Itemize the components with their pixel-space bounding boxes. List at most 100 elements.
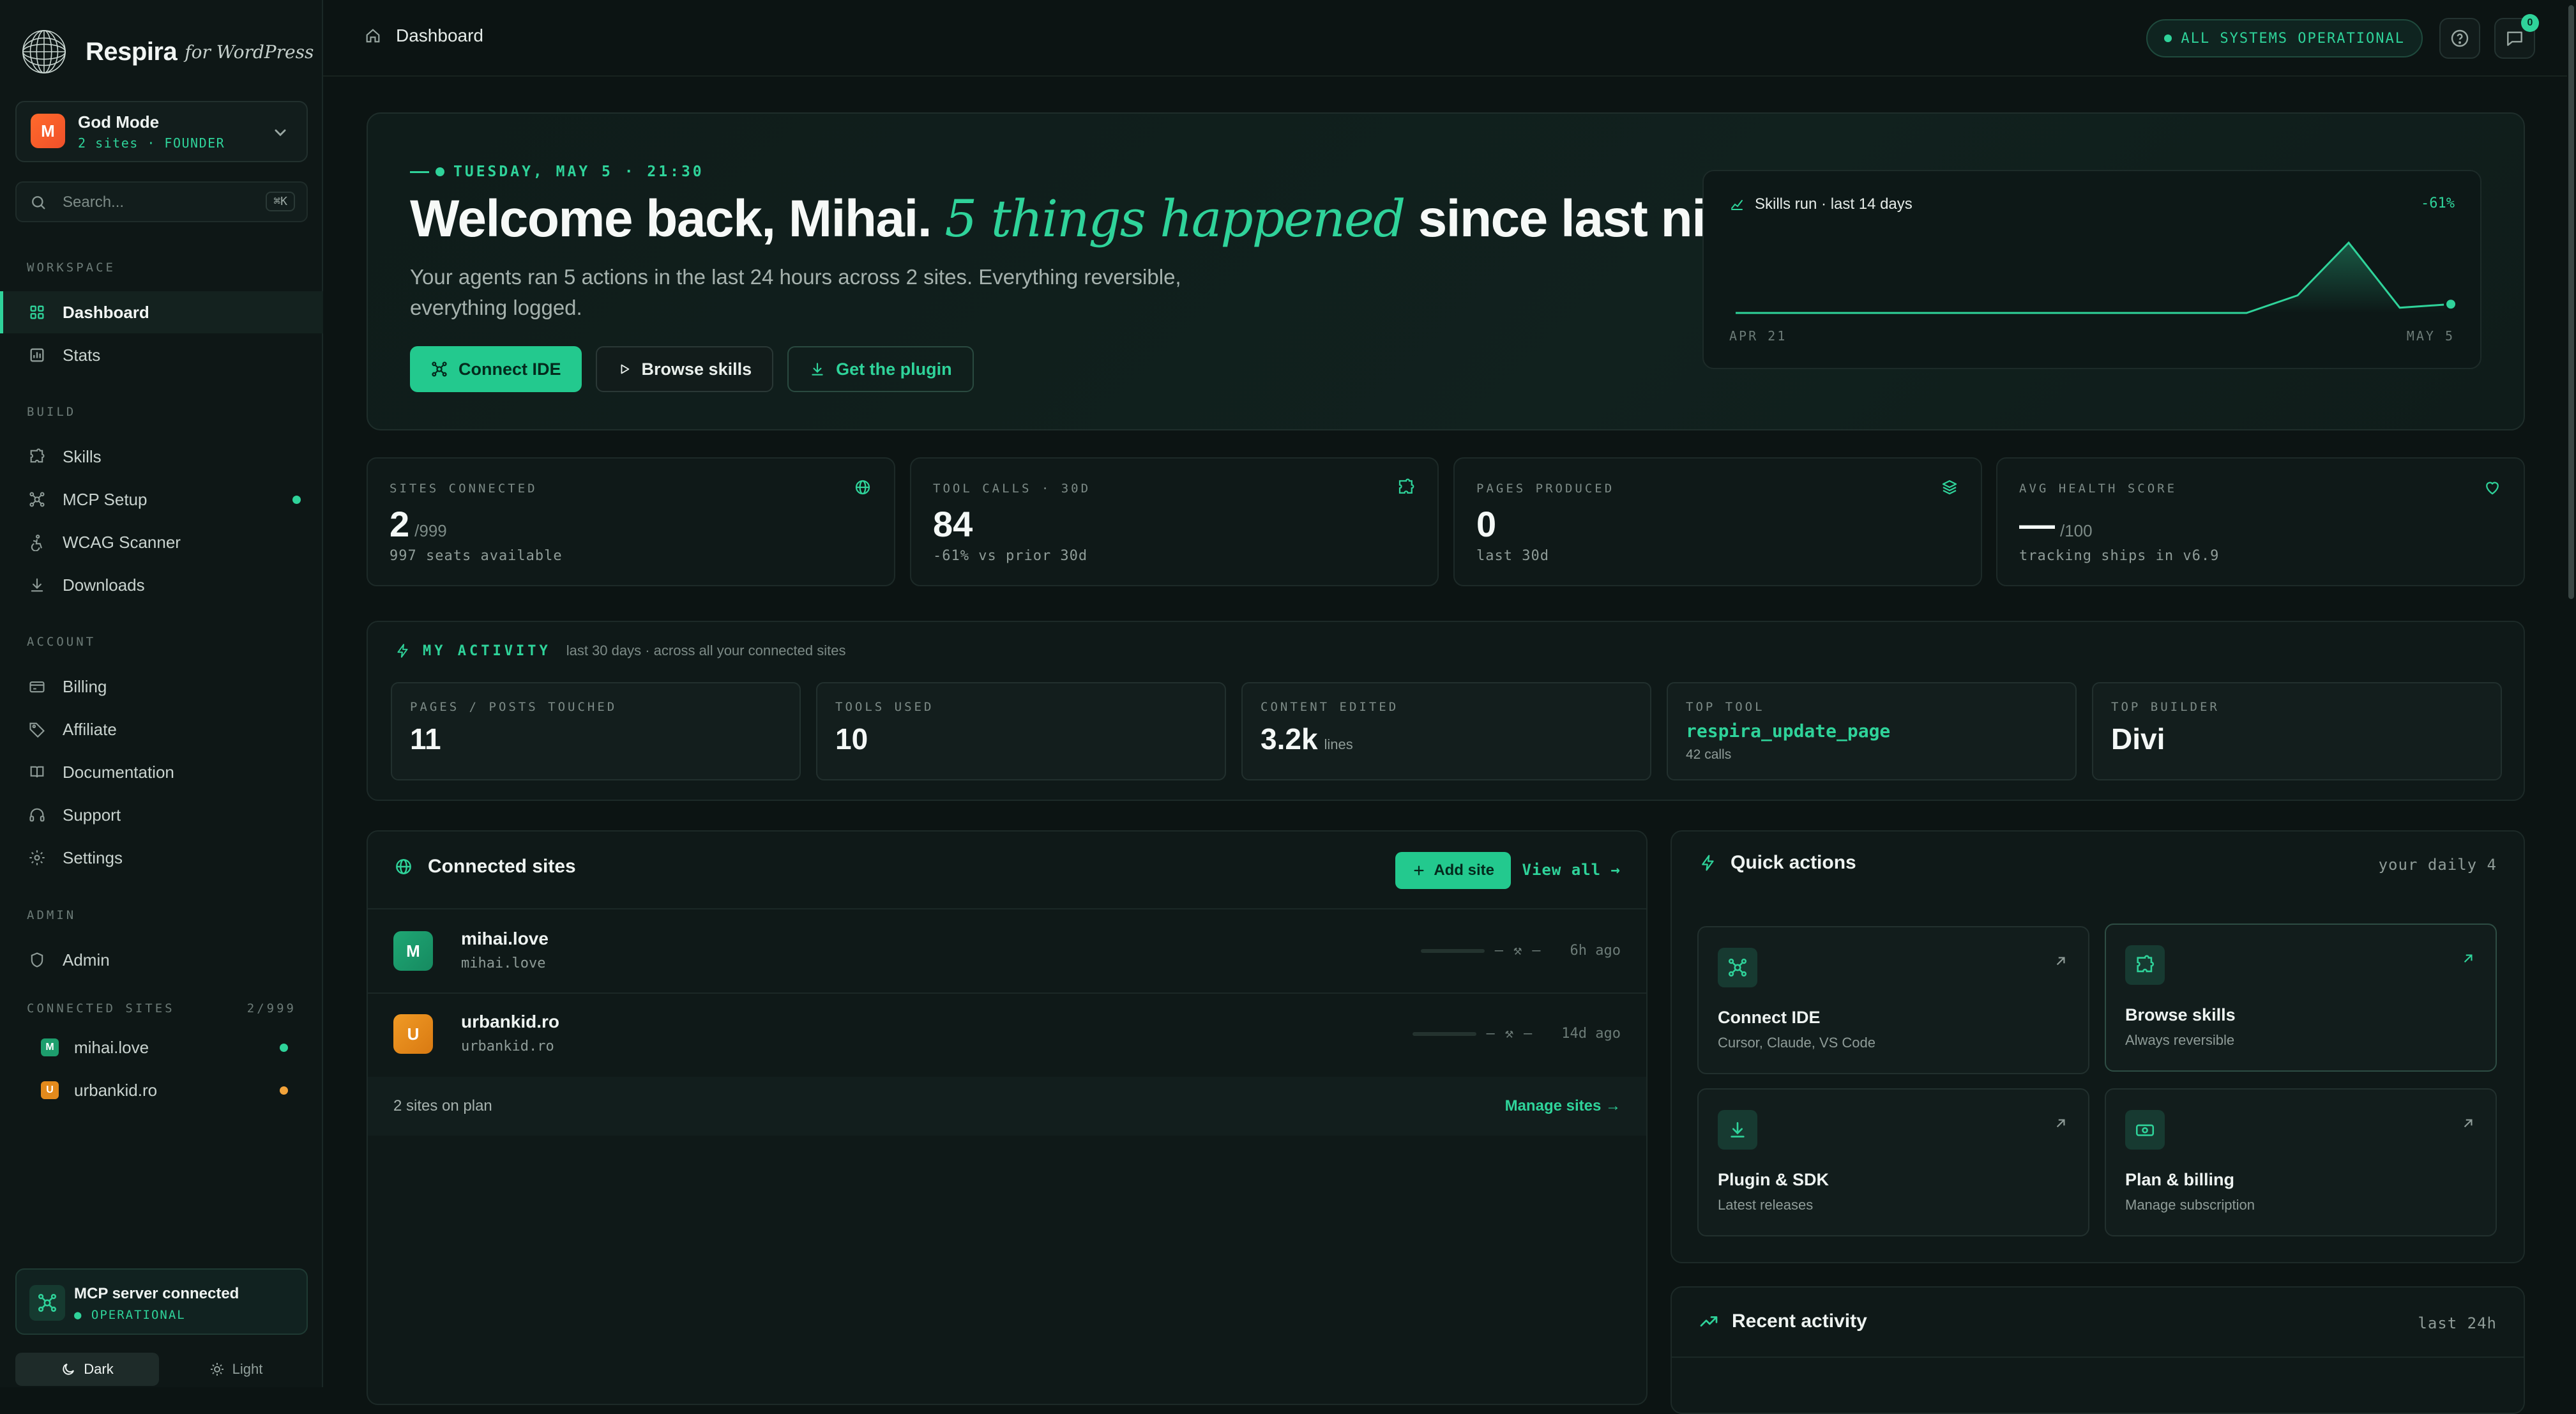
site-status-dot (280, 1044, 288, 1052)
activity-value: 11 (410, 722, 441, 756)
stat-label: PAGES PRODUCED (1476, 482, 1614, 496)
manage-sites-link[interactable]: Manage sites → (1505, 1097, 1621, 1115)
stat-card-tool-calls[interactable]: TOOL CALLS · 30D 84 -61% vs prior 30d (910, 457, 1439, 586)
browse-skills-button[interactable]: Browse skills (596, 346, 774, 392)
network-icon (28, 490, 46, 508)
sparkline-title: Skills run · last 14 days (1729, 195, 1913, 213)
quick-actions-header: Quick actions (1699, 852, 1856, 874)
sidebar-item-skills[interactable]: Skills (0, 436, 323, 478)
get-plugin-button[interactable]: Get the plugin (787, 346, 974, 392)
sidebar-item-settings[interactable]: Settings (0, 837, 323, 879)
site-row-urbankid-ro[interactable]: U urbankid.ro urbankid.ro — ⚒ — 14d ago (368, 994, 1646, 1076)
sidebar-item-wcag-scanner[interactable]: WCAG Scanner (0, 521, 323, 563)
sidebar-item-label: Affiliate (63, 720, 117, 740)
sidebar-item-dashboard[interactable]: Dashboard (0, 291, 323, 333)
stat-card-avg-health[interactable]: AVG HEALTH SCORE —/100 tracking ships in… (1996, 457, 2525, 586)
sidebar-item-documentation[interactable]: Documentation (0, 751, 323, 793)
system-status-badge[interactable]: ALL SYSTEMS OPERATIONAL (2146, 19, 2423, 57)
mcp-status-card[interactable]: MCP server connected ● OPERATIONAL (15, 1268, 308, 1335)
messages-button[interactable]: 0 (2494, 18, 2535, 59)
quick-action-plan-billing[interactable]: Plan & billing Manage subscription (2105, 1088, 2497, 1236)
site-avatar: U (393, 1014, 433, 1054)
skills-sparkline-card: Skills run · last 14 days -61% APR 21 MA… (1702, 170, 2481, 369)
site-meta: — ⚒ — 6h ago (1421, 943, 1621, 959)
stat-sub: last 30d (1476, 548, 1549, 564)
bolt-icon (1699, 853, 1718, 872)
sidebar-site-mihai-love[interactable]: M mihai.love (0, 1027, 323, 1068)
theme-dark-button[interactable]: Dark (15, 1353, 159, 1386)
search-input[interactable] (61, 192, 230, 213)
stat-value: 84 (933, 503, 978, 545)
site-row-mihai-love[interactable]: M mihai.love mihai.love — ⚒ — 6h ago (368, 911, 1646, 992)
receipt-icon (28, 678, 46, 696)
sidebar-search[interactable]: ⌘K (15, 181, 308, 222)
get-plugin-label: Get the plugin (836, 360, 952, 379)
sidebar-item-billing[interactable]: Billing (0, 665, 323, 708)
site-favicon: U (41, 1081, 59, 1099)
arrow-up-right-icon (2460, 1115, 2476, 1132)
activity-card-tools-used: TOOLS USED 10 (816, 682, 1226, 780)
view-all-sites-link[interactable]: View all → (1522, 861, 1621, 879)
download-icon (28, 576, 46, 594)
puzzle-icon (1397, 478, 1416, 497)
section-workspace: WORKSPACE (27, 261, 116, 275)
search-shortcut: ⌘K (266, 192, 295, 211)
workspace-avatar: M (31, 114, 65, 148)
sparkline-point (2445, 298, 2457, 310)
workspace-switcher[interactable]: M God Mode 2 sites · FOUNDER (15, 101, 308, 162)
play-icon (617, 362, 632, 376)
breadcrumb: Dashboard (364, 26, 483, 46)
site-health-value: — (1487, 1026, 1495, 1042)
scrollbar-thumb[interactable] (2568, 5, 2574, 599)
tools-icon: ⚒ (1513, 943, 1522, 959)
page-scrollbar[interactable] (2567, 0, 2576, 1387)
breadcrumb-current: Dashboard (396, 26, 483, 46)
sidebar-item-mcp-setup[interactable]: MCP Setup (0, 478, 323, 521)
quick-action-name: Browse skills (2125, 1005, 2236, 1025)
theme-dark-label: Dark (84, 1361, 113, 1378)
logo[interactable]: Respira for WordPress (19, 27, 314, 77)
quick-action-plugin-sdk[interactable]: Plugin & SDK Latest releases (1697, 1088, 2089, 1236)
sites-title: Connected sites (428, 856, 576, 878)
quick-action-connect-ide[interactable]: Connect IDE Cursor, Claude, VS Code (1697, 926, 2089, 1074)
banknote-icon (2134, 1119, 2156, 1141)
home-icon[interactable] (364, 27, 382, 45)
sidebar-item-affiliate[interactable]: Affiliate (0, 708, 323, 750)
add-site-button[interactable]: Add site (1395, 852, 1511, 889)
date-dot (436, 167, 444, 176)
network-icon (430, 360, 448, 378)
recent-activity-title: Recent activity (1732, 1311, 1867, 1332)
quick-action-browse-skills[interactable]: Browse skills Always reversible (2105, 924, 2497, 1072)
sidebar-item-support[interactable]: Support (0, 794, 323, 836)
stat-label: SITES CONNECTED (390, 482, 538, 496)
accessibility-icon (28, 533, 46, 551)
activity-label: TOP TOOL (1686, 700, 1765, 714)
theme-light-button[interactable]: Light (164, 1353, 308, 1386)
site-avatar: M (393, 931, 433, 971)
sidebar-item-label: Admin (63, 950, 110, 970)
mcp-icon-box (29, 1285, 65, 1321)
sidebar: Respira for WordPress M God Mode 2 sites… (0, 0, 323, 1387)
search-icon (29, 194, 47, 211)
quick-action-sub: Manage subscription (2125, 1197, 2255, 1213)
stat-value: —/100 (2019, 503, 2093, 545)
sidebar-site-urbankid-ro[interactable]: U urbankid.ro (0, 1070, 323, 1111)
sidebar-item-admin[interactable]: Admin (0, 939, 323, 981)
stat-card-pages-produced[interactable]: PAGES PRODUCED 0 last 30d (1453, 457, 1982, 586)
chevron-down-icon (269, 121, 291, 143)
download-icon (809, 361, 826, 377)
layers-icon (1940, 478, 1959, 497)
globe-icon (853, 478, 872, 497)
sidebar-item-stats[interactable]: Stats (0, 334, 323, 376)
recent-activity-header: Recent activity (1699, 1311, 1867, 1332)
stat-label: AVG HEALTH SCORE (2019, 482, 2177, 496)
quick-action-name: Plan & billing (2125, 1170, 2234, 1190)
help-button[interactable] (2439, 18, 2480, 59)
connect-ide-button[interactable]: Connect IDE (410, 346, 582, 392)
sidebar-item-downloads[interactable]: Downloads (0, 564, 323, 606)
section-admin: ADMIN (27, 908, 76, 922)
stat-card-sites-connected[interactable]: SITES CONNECTED 2/999 997 seats availabl… (367, 457, 895, 586)
connected-sites-count: 2/999 (247, 1001, 296, 1015)
sidebar-item-label: Skills (63, 447, 102, 467)
brand-name: Respira (86, 38, 177, 66)
